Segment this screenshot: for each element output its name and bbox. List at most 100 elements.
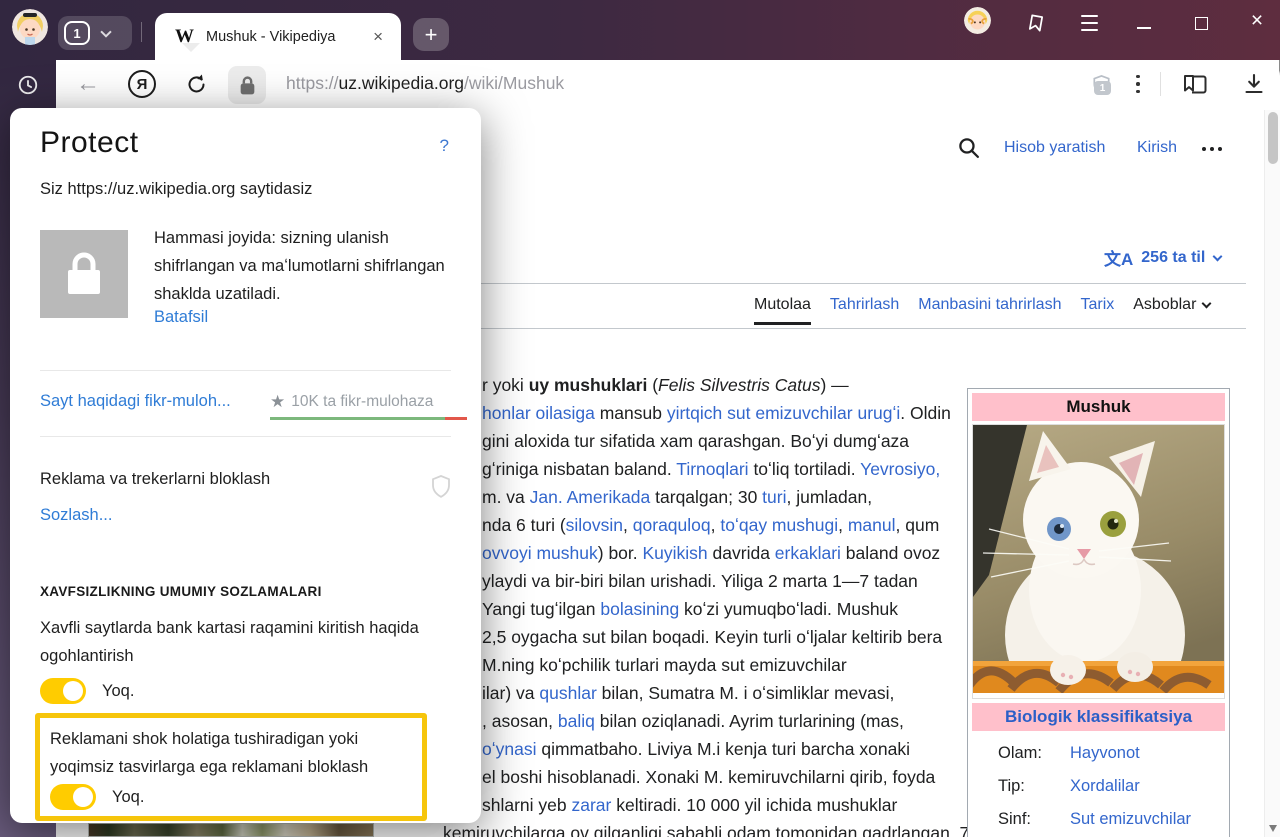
scrollbar-thumb[interactable]: [1268, 112, 1278, 164]
browser-window: 1 W Mushuk - Vikipediya × +: [0, 0, 1280, 837]
article-image-partial: [88, 823, 374, 837]
text-fragment: ,: [838, 515, 848, 535]
more-options-button[interactable]: [1200, 147, 1224, 151]
profile-avatar[interactable]: [12, 9, 48, 45]
wiki-tab-mutolaa[interactable]: Mutolaa: [754, 296, 811, 325]
wiki-link[interactable]: silovsin: [566, 515, 623, 535]
star-icon: ★: [270, 392, 285, 412]
wiki-link[interactable]: Yevrosiyo,: [860, 459, 940, 479]
collections-button[interactable]: [1178, 69, 1212, 99]
create-account-link[interactable]: Hisob yaratish: [1004, 139, 1105, 157]
article-line: gʻriniga nisbatan baland. Tirnoqlari toʻ…: [482, 455, 1012, 483]
text-fragment: bilan oziqlanadi. Ayrim turlarining (mas…: [595, 711, 904, 731]
text-fragment: qimmatbaho. Liviya M.i kenja turi barcha…: [536, 739, 910, 759]
tab-label: Asboblar: [1133, 296, 1196, 314]
wiki-link[interactable]: ovvoyi mushuk: [482, 543, 598, 563]
text-fragment: ylaydi va bir-biri bilan urishadi. Yilig…: [482, 571, 918, 591]
security-section-header: XAVFSIZLIKNING UMUMIY SOZLAMALARI: [40, 584, 322, 599]
wiki-link[interactable]: honlar oilasiga: [482, 403, 595, 423]
tab-title: Mushuk - Vikipediya: [206, 29, 367, 45]
minimize-button[interactable]: [1131, 10, 1157, 36]
wiki-link[interactable]: qoraquloq: [633, 515, 711, 535]
text-fragment: r yoki: [482, 375, 529, 395]
shock-ads-setting: Yoq.: [50, 784, 144, 810]
site-feedback-link[interactable]: Sayt haqidagi fikr-muloh...: [40, 392, 231, 411]
wiki-link[interactable]: toʻqay mushugi: [720, 515, 838, 535]
article-line: r yoki uy mushuklari (Felis Silvestris C…: [482, 371, 1012, 399]
wiki-tab-tarix[interactable]: Tarix: [1080, 296, 1114, 322]
browser-tab[interactable]: W Mushuk - Vikipediya ×: [155, 13, 401, 60]
wiki-link[interactable]: bolasining: [600, 599, 679, 619]
text-fragment: toʻliq tortiladi.: [749, 459, 861, 479]
toggle-state-label: Yoq.: [112, 788, 144, 807]
site-security-button[interactable]: [228, 66, 266, 104]
taxonomy-value-link[interactable]: Xordalilar: [1070, 777, 1140, 796]
clock-icon: [17, 74, 39, 96]
login-link[interactable]: Kirish: [1137, 139, 1177, 157]
language-selector[interactable]: 文A 256 ta til: [1104, 245, 1221, 270]
wiki-link[interactable]: zarar: [572, 795, 612, 815]
toggle-knob: [73, 787, 93, 807]
tab-close-icon[interactable]: ×: [367, 27, 389, 47]
wiki-tab-asboblar[interactable]: Asboblar: [1133, 296, 1210, 322]
taxonomy-value-link[interactable]: Sut emizuvchilar: [1070, 810, 1191, 829]
address-bar[interactable]: https://uz.wikipedia.org/wiki/Mushuk: [286, 73, 564, 94]
history-sidebar-button[interactable]: [0, 60, 56, 110]
text-fragment: , jumladan,: [786, 487, 872, 507]
wiki-search-button[interactable]: [954, 133, 982, 161]
maximize-button[interactable]: [1188, 10, 1214, 36]
toggle-on[interactable]: [50, 784, 96, 810]
wiki-link[interactable]: erkaklari: [775, 543, 841, 563]
back-button[interactable]: ←: [74, 70, 102, 98]
sync-avatar[interactable]: [964, 7, 991, 34]
wiki-link[interactable]: qushlar: [539, 683, 596, 703]
wiki-link[interactable]: oʻynasi: [482, 739, 536, 759]
reload-button[interactable]: [182, 70, 210, 98]
wiki-link[interactable]: baliq: [558, 711, 595, 731]
tab-counter-button[interactable]: 1: [58, 16, 132, 50]
article-line: ilar) va qushlar bilan, Sumatra M. i oʻs…: [482, 679, 1012, 707]
text-fragment: bilan, Sumatra M. i oʻsimliklar mevasi,: [597, 683, 895, 703]
wiki-tab-tahrirlash[interactable]: Tahrirlash: [830, 296, 899, 322]
page-scrollbar[interactable]: [1264, 110, 1280, 837]
scrollbar-down-arrow[interactable]: [1269, 825, 1277, 832]
divider: [481, 328, 1246, 329]
wiki-link[interactable]: yirtqich sut emizuvchilar urugʻi: [667, 403, 900, 423]
site-line: Siz https://uz.wikipedia.org saytidasiz: [40, 180, 312, 199]
text-fragment: mansub: [595, 403, 667, 423]
popup-pointer: [182, 43, 200, 52]
text-fragment: ,: [623, 515, 633, 535]
details-link[interactable]: Batafsil: [154, 308, 208, 327]
article-last-line: kemiruvchilarga ov qilganligi sababli od…: [443, 823, 969, 837]
divider: [40, 436, 451, 437]
close-window-button[interactable]: ×: [1244, 8, 1270, 34]
wiki-link[interactable]: manul: [848, 515, 896, 535]
connection-status-tile: [40, 230, 128, 318]
menu-icon: [1081, 15, 1098, 17]
wiki-tab-manbasini-tahrirlash[interactable]: Manbasini tahrirlash: [918, 296, 1061, 322]
wiki-link[interactable]: turi: [762, 487, 786, 507]
page-actions-button[interactable]: [1128, 70, 1148, 98]
text-fragment: , qum: [896, 515, 940, 535]
toggle-on[interactable]: [40, 678, 86, 704]
article-line: gini aloxida tur sifatida xam qarashgan.…: [482, 427, 1012, 455]
text-fragment: keltiradi. 10 000 yil ichida mushuklar: [611, 795, 897, 815]
collections-icon: [1181, 72, 1209, 97]
yandex-icon: Я: [128, 70, 156, 98]
kitten-photo[interactable]: [972, 424, 1225, 699]
rating-bar: [270, 417, 467, 420]
taxonomy-value-link[interactable]: Hayvonot: [1070, 744, 1140, 763]
yandex-search-button[interactable]: Я: [128, 70, 156, 98]
wiki-link[interactable]: Tirnoqlari: [676, 459, 748, 479]
downloads-button[interactable]: [1239, 69, 1269, 99]
menu-button[interactable]: [1079, 12, 1099, 34]
help-link[interactable]: ?: [440, 136, 449, 156]
tab-label: Mutolaa: [754, 296, 811, 314]
protect-status-button[interactable]: 1: [1084, 68, 1118, 102]
wiki-link[interactable]: Jan. Amerikada: [530, 487, 651, 507]
text-fragment: m. va: [482, 487, 530, 507]
wiki-link[interactable]: Kuyikish: [643, 543, 708, 563]
adblock-settings-link[interactable]: Sozlash...: [40, 506, 112, 525]
new-tab-button[interactable]: +: [413, 18, 449, 51]
bookmarks-button[interactable]: [1024, 10, 1048, 36]
